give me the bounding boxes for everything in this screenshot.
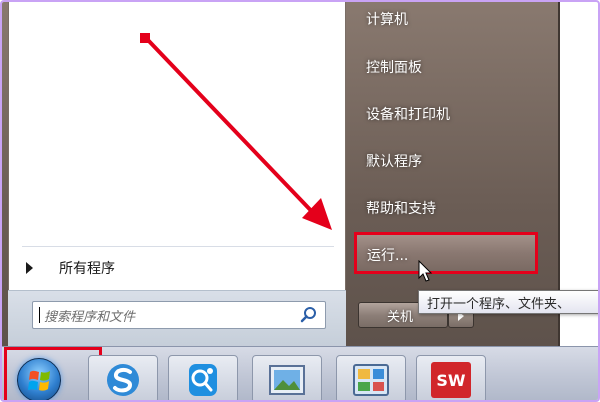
start-item-computer[interactable]: 计算机 [366, 6, 536, 32]
start-item-label: 帮助和支持 [366, 201, 436, 217]
start-item-control-panel[interactable]: 控制面板 [366, 54, 536, 80]
taskbar-control-panel-button[interactable] [336, 355, 406, 400]
start-item-help-support[interactable]: 帮助和支持 [366, 195, 536, 221]
all-programs-item[interactable]: 所有程序 [22, 254, 322, 282]
search-input[interactable]: 搜索程序和文件 [32, 301, 326, 329]
text-caret [39, 307, 40, 323]
run-item[interactable]: 运行... [354, 232, 538, 274]
qq-icon [189, 364, 217, 396]
screenshot-frame: 所有程序 搜索程序和文件 计算机 控制面板 设备和打印机 默认程序 帮助和支持 … [0, 0, 600, 402]
taskbar: SW [2, 346, 598, 400]
left-pane-divider [22, 246, 334, 247]
search-icon[interactable] [297, 303, 321, 327]
start-item-label: 设备和打印机 [366, 107, 450, 123]
control-panel-icon [353, 364, 389, 396]
triangle-right-icon [26, 262, 33, 274]
start-item-label: 默认程序 [366, 154, 422, 170]
start-item-label: 控制面板 [366, 60, 422, 76]
start-item-label: 计算机 [366, 12, 408, 28]
search-placeholder: 搜索程序和文件 [44, 309, 136, 325]
taskbar-sogou-button[interactable] [88, 355, 158, 400]
search-area: 搜索程序和文件 [8, 290, 346, 347]
taskbar-solidworks-button[interactable]: SW [416, 355, 486, 400]
windows-logo-icon[interactable] [17, 358, 61, 400]
picture-viewer-icon [269, 365, 305, 395]
tooltip-text: 打开一个程序、文件夹、 [427, 296, 571, 312]
start-item-devices-printers[interactable]: 设备和打印机 [366, 101, 536, 127]
start-item-default-programs[interactable]: 默认程序 [366, 148, 536, 174]
taskbar-picture-viewer-button[interactable] [252, 355, 322, 400]
taskbar-qq-button[interactable] [168, 355, 238, 400]
sogou-s-icon [107, 364, 139, 396]
all-programs-label: 所有程序 [59, 261, 115, 277]
solidworks-icon: SW [431, 362, 471, 398]
run-tooltip: 打开一个程序、文件夹、 [418, 290, 598, 314]
run-label: 运行... [367, 248, 409, 264]
shutdown-label: 关机 [387, 309, 414, 325]
mouse-pointer-icon [418, 260, 433, 282]
solidworks-label: SW [436, 370, 466, 390]
